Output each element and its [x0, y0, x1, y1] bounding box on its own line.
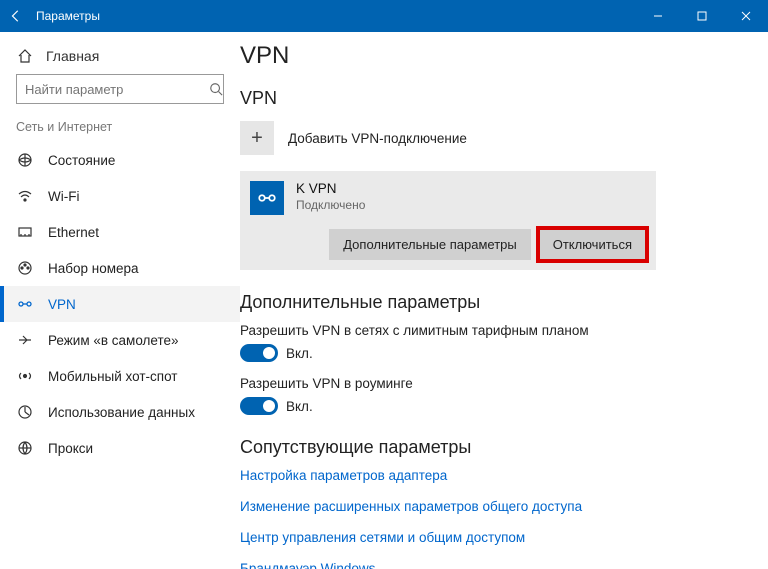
sidebar-item-ethernet[interactable]: Ethernet	[0, 214, 240, 250]
link-firewall[interactable]: Брандмауэр Windows	[240, 561, 738, 569]
vpn-connection-block[interactable]: K VPN Подключено Дополнительные параметр…	[240, 171, 656, 270]
sidebar-item-label: Wi-Fi	[48, 189, 79, 204]
proxy-icon	[16, 440, 34, 456]
toggle-state-text: Вкл.	[286, 346, 313, 361]
sidebar-item-label: Режим «в самолете»	[48, 333, 179, 348]
airplane-icon	[16, 332, 34, 348]
disconnect-button[interactable]: Отключиться	[539, 229, 646, 260]
home-label: Главная	[46, 48, 99, 64]
data-icon	[16, 404, 34, 420]
advanced-options-button[interactable]: Дополнительные параметры	[329, 229, 531, 260]
sidebar-item-proxy[interactable]: Прокси	[0, 430, 240, 466]
home-link[interactable]: Главная	[0, 44, 240, 74]
advanced-section-title: Дополнительные параметры	[240, 292, 738, 313]
sidebar-item-wifi[interactable]: Wi-Fi	[0, 178, 240, 214]
content: VPN VPN + Добавить VPN-подключение K VPN…	[240, 32, 768, 569]
related-section-title: Сопутствующие параметры	[240, 437, 738, 458]
sidebar-item-airplane[interactable]: Режим «в самолете»	[0, 322, 240, 358]
close-button[interactable]	[724, 0, 768, 32]
link-network-center[interactable]: Центр управления сетями и общим доступом	[240, 530, 738, 545]
sidebar-item-vpn[interactable]: VPN	[0, 286, 240, 322]
vpn-connection-name: K VPN	[296, 181, 365, 198]
add-vpn-row[interactable]: + Добавить VPN-подключение	[240, 121, 738, 155]
sidebar-group-title: Сеть и Интернет	[0, 120, 240, 142]
sidebar-item-data[interactable]: Использование данных	[0, 394, 240, 430]
sidebar-item-label: Состояние	[48, 153, 115, 168]
status-icon	[16, 152, 34, 168]
sidebar-item-label: Использование данных	[48, 405, 195, 420]
metered-vpn-toggle[interactable]	[240, 344, 278, 362]
titlebar: Параметры	[0, 0, 768, 32]
toggle-state-text: Вкл.	[286, 399, 313, 414]
link-advanced-sharing[interactable]: Изменение расширенных параметров общего …	[240, 499, 738, 514]
search-icon	[209, 82, 223, 96]
sidebar-item-label: Набор номера	[48, 261, 139, 276]
sidebar-item-status[interactable]: Состояние	[0, 142, 240, 178]
sidebar-item-dialup[interactable]: Набор номера	[0, 250, 240, 286]
maximize-button[interactable]	[680, 0, 724, 32]
sidebar-item-label: VPN	[48, 297, 76, 312]
sidebar-item-label: Ethernet	[48, 225, 99, 240]
vpn-icon	[16, 296, 34, 312]
setting-label: Разрешить VPN в сетях с лимитным тарифны…	[240, 323, 738, 338]
plus-icon: +	[240, 121, 274, 155]
nav-list: Состояние Wi-Fi Ethernet Набор номера VP…	[0, 142, 240, 466]
minimize-button[interactable]	[636, 0, 680, 32]
setting-label: Разрешить VPN в роуминге	[240, 376, 738, 391]
dialup-icon	[16, 260, 34, 276]
sidebar-item-label: Мобильный хот-спот	[48, 369, 177, 384]
section-vpn-title: VPN	[240, 88, 738, 109]
wifi-icon	[16, 188, 34, 204]
search-input[interactable]	[17, 82, 209, 97]
hotspot-icon	[16, 368, 34, 384]
sidebar-item-hotspot[interactable]: Мобильный хот-спот	[0, 358, 240, 394]
back-button[interactable]	[0, 0, 32, 32]
page-title: VPN	[240, 38, 738, 70]
home-icon	[16, 48, 34, 64]
search-field[interactable]	[16, 74, 224, 104]
sidebar: Главная Сеть и Интернет Состояние Wi-Fi	[0, 32, 240, 569]
ethernet-icon	[16, 224, 34, 240]
sidebar-item-label: Прокси	[48, 441, 93, 456]
add-vpn-label: Добавить VPN-подключение	[288, 131, 467, 146]
vpn-connection-status: Подключено	[296, 198, 365, 213]
roaming-vpn-toggle[interactable]	[240, 397, 278, 415]
link-adapter-settings[interactable]: Настройка параметров адаптера	[240, 468, 738, 483]
window-title: Параметры	[32, 9, 636, 23]
vpn-connection-icon	[250, 181, 284, 215]
